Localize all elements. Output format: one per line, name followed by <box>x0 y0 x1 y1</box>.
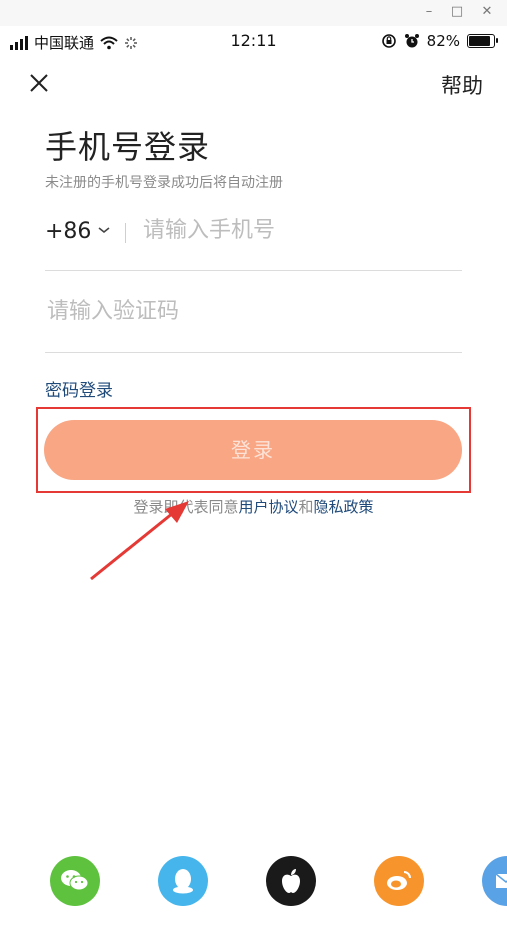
agreement-text: 登录即代表同意用户协议和隐私政策 <box>0 496 507 517</box>
weibo-icon <box>387 871 411 890</box>
verification-code-input[interactable] <box>45 298 429 325</box>
apple-icon <box>282 869 300 893</box>
page-title: 手机号登录 <box>45 128 211 166</box>
wechat-icon <box>61 870 89 891</box>
minimize-icon[interactable]: – <box>418 3 440 21</box>
mail-icon <box>495 873 507 888</box>
wechat-login-button[interactable] <box>50 856 100 906</box>
privacy-policy-link[interactable]: 隐私政策 <box>314 498 374 516</box>
help-link[interactable]: 帮助 <box>441 70 483 100</box>
country-code-selector[interactable]: +86 <box>45 219 91 244</box>
close-icon[interactable] <box>26 70 52 96</box>
battery-percent: 82% <box>426 32 460 50</box>
qq-penguin-icon <box>173 869 193 894</box>
user-agreement-link[interactable]: 用户协议 <box>238 498 298 516</box>
agreement-and: 和 <box>298 498 314 516</box>
login-button[interactable]: 登录 <box>44 420 462 480</box>
window-close-icon[interactable]: ✕ <box>476 3 498 21</box>
code-field <box>45 296 462 353</box>
battery-icon <box>467 34 498 48</box>
apple-login-button[interactable] <box>266 856 316 906</box>
weibo-login-button[interactable] <box>374 856 424 906</box>
chevron-down-icon[interactable] <box>97 223 111 237</box>
qq-login-button[interactable] <box>158 856 208 906</box>
status-bar: 中国联通 12:11 82% <box>0 26 507 56</box>
page-subtitle: 未注册的手机号登录成功后将自动注册 <box>45 175 283 191</box>
password-login-link[interactable]: 密码登录 <box>45 376 113 401</box>
phone-field: +86 <box>45 215 462 271</box>
rotation-lock-icon <box>381 34 396 48</box>
divider <box>125 223 126 243</box>
alarm-icon <box>404 34 419 48</box>
window-titlebar: – □ ✕ <box>0 0 507 26</box>
maximize-icon[interactable]: □ <box>446 3 468 21</box>
email-login-button[interactable] <box>482 856 507 906</box>
phone-input[interactable] <box>141 217 445 244</box>
annotation-arrow <box>90 501 189 581</box>
